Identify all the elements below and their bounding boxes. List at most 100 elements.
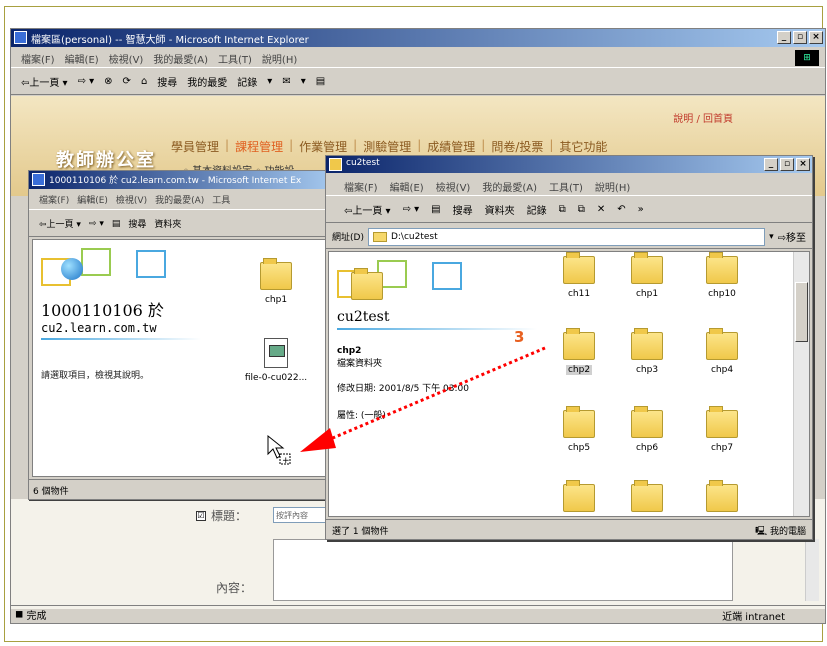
nav-survey[interactable]: 問卷/投票: [491, 138, 543, 155]
stop-button[interactable]: ⊗: [104, 76, 112, 87]
search-button[interactable]: 搜尋: [128, 217, 146, 230]
page-scrollbar[interactable]: [805, 539, 819, 601]
local-toolbar: ⇦上一頁 ▾ ⇨ ▾ ▤ 搜尋 資料夾 記錄 ⧉ ⧉ ✕ ↶ »: [326, 197, 812, 223]
maximize-button[interactable]: ▫: [780, 158, 794, 171]
selected-item-modified: 修改日期: 2001/8/5 下午 03:00: [337, 384, 469, 394]
selected-item-attributes: 屬性: (一般): [337, 411, 386, 421]
folder-item[interactable]: chp4: [687, 328, 757, 375]
folder-item[interactable]: chp7: [687, 406, 757, 453]
folder-icon: [706, 406, 738, 438]
forward-button[interactable]: ⇨ ▾: [403, 204, 420, 215]
remote-info-panel: 1000110106 於 cu2.learn.com.tw 請選取項目，檢視其說…: [41, 248, 241, 381]
menu-tools[interactable]: 工具(T): [218, 51, 252, 66]
delete-icon[interactable]: ✕: [597, 204, 605, 215]
forward-button[interactable]: ⇨ ▾: [89, 219, 104, 229]
local-folder-window: cu2test _ ▫ × 檔案(F) 編輯(E) 檢視(V) 我的最愛(A) …: [325, 155, 813, 540]
folder-item-selected[interactable]: chp2: [544, 328, 614, 375]
back-button[interactable]: ⇦上一頁 ▾: [344, 202, 391, 217]
menu-edit[interactable]: 編輯(E): [77, 193, 108, 206]
menu-help[interactable]: 說明(H): [262, 51, 297, 66]
folders-button[interactable]: 資料夾: [154, 217, 181, 230]
home-button[interactable]: ⌂: [141, 76, 147, 87]
undo-icon[interactable]: ↶: [617, 204, 625, 215]
help-home-link[interactable]: 說明 / 回首頁: [673, 110, 733, 125]
menu-file[interactable]: 檔案(F): [21, 51, 55, 66]
print-button[interactable]: ✉: [282, 76, 290, 87]
back-button[interactable]: ⇦上一頁 ▾: [21, 74, 68, 89]
up-folder-button[interactable]: ▤: [112, 219, 121, 229]
move-to-icon[interactable]: ⧉: [559, 204, 566, 215]
close-button[interactable]: ×: [796, 158, 810, 171]
main-toolbar: ⇦上一頁 ▾ ⇨ ▾ ⊗ ⟳ ⌂ 搜尋 我的最愛 記錄 ▾ ✉ ▾ ▤: [11, 69, 825, 95]
toolbar-overflow-icon[interactable]: »: [638, 204, 644, 215]
page-done-icon: ◼: [15, 609, 27, 620]
local-menubar: 檔案(F) 編輯(E) 檢視(V) 我的最愛(A) 工具(T) 說明(H): [326, 176, 812, 196]
menu-tools[interactable]: 工具(T): [549, 179, 583, 194]
folder-item[interactable]: chp1: [241, 258, 311, 305]
folder-item[interactable]: [544, 480, 614, 512]
folders-button[interactable]: 資料夾: [485, 202, 515, 217]
menu-favorites[interactable]: 我的最愛(A): [155, 193, 204, 206]
local-window-titlebar[interactable]: cu2test _ ▫ ×: [326, 156, 812, 173]
folder-item[interactable]: chp3: [612, 328, 682, 375]
menu-view[interactable]: 檢視(V): [109, 51, 144, 66]
discuss-button[interactable]: ▤: [316, 76, 325, 87]
remote-window-titlebar[interactable]: 1000110106 於 cu2.learn.com.tw - Microsof…: [29, 171, 337, 189]
maximize-button[interactable]: ▫: [793, 31, 807, 44]
nav-exam-admin[interactable]: 測驗管理: [363, 138, 411, 155]
search-button[interactable]: 搜尋: [157, 74, 177, 89]
nav-grade-admin[interactable]: 成績管理: [427, 138, 475, 155]
title-checkbox[interactable]: ☑: [196, 511, 206, 521]
menu-favorites[interactable]: 我的最愛(A): [153, 51, 208, 66]
content-textarea[interactable]: [273, 539, 733, 601]
folder-icon: [706, 252, 738, 284]
up-folder-button[interactable]: ▤: [431, 204, 440, 215]
nav-student-admin[interactable]: 學員管理: [171, 138, 219, 155]
edit-dropdown-button[interactable]: ▾: [301, 76, 306, 87]
go-button[interactable]: ⇨移至: [778, 229, 806, 244]
folder-scrollbar[interactable]: [793, 252, 809, 516]
scrollbar-thumb[interactable]: [795, 282, 808, 342]
back-button[interactable]: ⇦上一頁 ▾: [39, 217, 81, 230]
history-button[interactable]: 記錄: [527, 202, 547, 217]
folder-item[interactable]: chp1: [612, 252, 682, 299]
folder-icon: [563, 406, 595, 438]
address-input[interactable]: D:\cu2test: [367, 227, 766, 246]
remote-statusbar: 6 個物件: [29, 479, 337, 499]
menu-edit[interactable]: 編輯(E): [390, 179, 424, 194]
main-titlebar[interactable]: 檔案區(personal) -- 智慧大師 - Microsoft Intern…: [11, 29, 825, 47]
menu-file[interactable]: 檔案(F): [39, 193, 69, 206]
minimize-button[interactable]: _: [764, 158, 778, 171]
folder-item[interactable]: chp5: [544, 406, 614, 453]
nav-other[interactable]: 其它功能: [559, 138, 607, 155]
globe-icon: [61, 258, 83, 280]
minimize-button[interactable]: _: [777, 31, 791, 44]
menu-view[interactable]: 檢視(V): [436, 179, 471, 194]
folder-icon: [706, 480, 738, 512]
history-button[interactable]: 記錄: [237, 74, 257, 89]
address-dropdown-icon[interactable]: ▾: [769, 232, 774, 242]
forward-button[interactable]: ⇨ ▾: [78, 76, 95, 87]
folder-item[interactable]: chp10: [687, 252, 757, 299]
menu-tools[interactable]: 工具: [212, 193, 230, 206]
menu-help[interactable]: 說明(H): [595, 179, 630, 194]
folder-item[interactable]: [687, 480, 757, 512]
copy-to-icon[interactable]: ⧉: [578, 204, 585, 215]
folder-item[interactable]: chp6: [612, 406, 682, 453]
nav-homework-admin[interactable]: 作業管理: [299, 138, 347, 155]
mail-dropdown-button[interactable]: ▾: [267, 76, 272, 87]
menu-favorites[interactable]: 我的最愛(A): [482, 179, 537, 194]
menu-view[interactable]: 檢視(V): [116, 193, 147, 206]
file-item[interactable]: file-0-cu022...: [241, 338, 311, 383]
refresh-button[interactable]: ⟳: [123, 76, 131, 87]
svg-text:+: +: [282, 456, 290, 466]
nav-course-admin[interactable]: 課程管理: [235, 138, 283, 155]
title-input[interactable]: 按評內容: [273, 507, 328, 523]
menu-edit[interactable]: 編輯(E): [65, 51, 99, 66]
favorites-button[interactable]: 我的最愛: [187, 74, 227, 89]
folder-item[interactable]: [612, 480, 682, 512]
close-button[interactable]: ×: [809, 31, 823, 44]
menu-file[interactable]: 檔案(F): [344, 179, 378, 194]
search-button[interactable]: 搜尋: [453, 202, 473, 217]
folder-item[interactable]: ch11: [544, 252, 614, 299]
